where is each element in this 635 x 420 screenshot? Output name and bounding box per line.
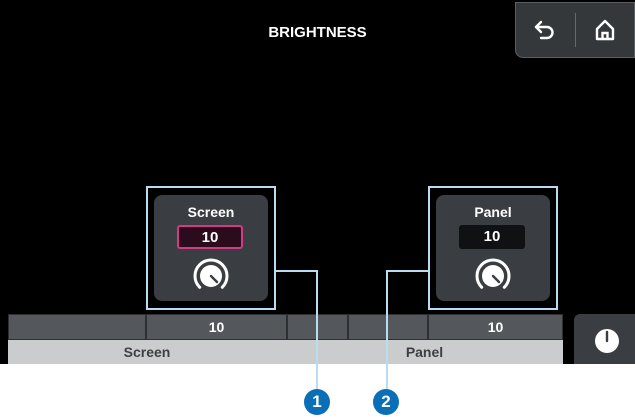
knob-dial-icon[interactable] bbox=[190, 255, 232, 297]
callout-leader-1 bbox=[316, 270, 318, 390]
clock-button[interactable] bbox=[574, 314, 635, 364]
panel-knob[interactable]: Panel 10 bbox=[436, 195, 550, 301]
callout-leader-2 bbox=[386, 270, 428, 272]
strip-cell-panel-value[interactable]: 10 bbox=[428, 314, 563, 340]
nav-bar bbox=[515, 2, 635, 58]
callout-number-1: 1 bbox=[304, 389, 330, 415]
panel-knob-label: Panel bbox=[474, 204, 512, 220]
home-button[interactable] bbox=[576, 3, 635, 57]
screen-knob-highlight: Screen 10 bbox=[146, 186, 276, 310]
bottom-strip: 10 10 Screen Panel bbox=[8, 314, 563, 364]
strip-cell-screen-value[interactable]: 10 bbox=[146, 314, 287, 340]
callout-leader-2 bbox=[386, 270, 388, 390]
callout-leader-1 bbox=[276, 270, 318, 272]
strip-label-screen: Screen bbox=[8, 340, 286, 364]
back-arrow-icon bbox=[535, 20, 554, 40]
knob-dial-icon[interactable] bbox=[472, 255, 514, 297]
panel-value-field[interactable]: 10 bbox=[459, 225, 525, 249]
screen-knob-label: Screen bbox=[187, 204, 235, 220]
screen-value-field[interactable]: 10 bbox=[177, 225, 243, 249]
strip-cell[interactable] bbox=[8, 314, 146, 340]
clock-icon bbox=[595, 329, 619, 353]
callout-number-2: 2 bbox=[373, 389, 399, 415]
panel-knob-highlight: Panel 10 bbox=[428, 186, 558, 310]
back-button[interactable] bbox=[516, 3, 575, 57]
home-icon bbox=[595, 19, 614, 41]
strip-label-panel: Panel bbox=[286, 340, 563, 364]
strip-cell[interactable] bbox=[348, 314, 428, 340]
screen-knob[interactable]: Screen 10 bbox=[154, 195, 268, 301]
